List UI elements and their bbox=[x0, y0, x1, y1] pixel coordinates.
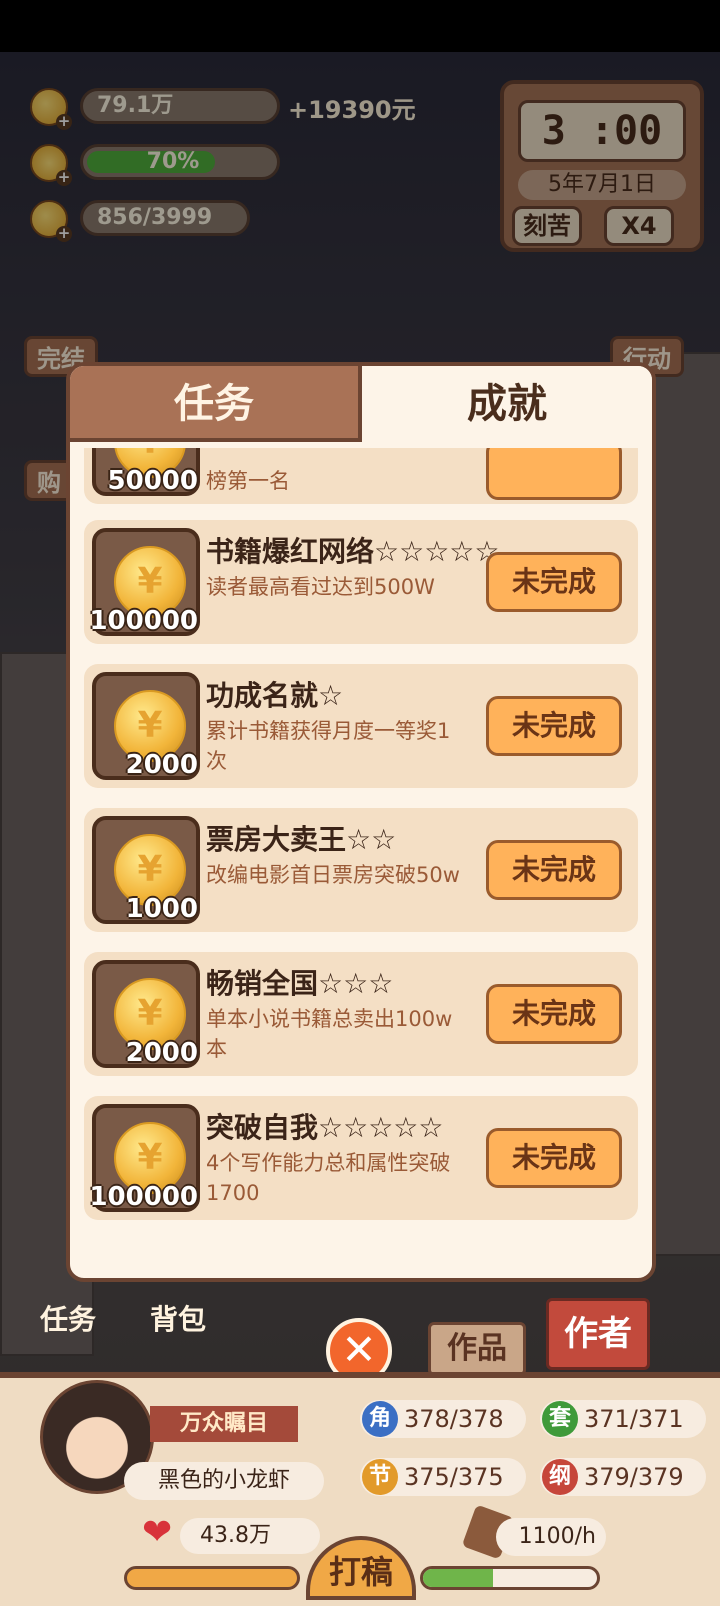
list-item: ¥ 2000 功成名就☆ 累计书籍获得月度一等奖1次 未完成 bbox=[84, 664, 638, 788]
reward-badge: ¥ 2000 bbox=[92, 672, 200, 780]
reward-amount: 100000 bbox=[89, 1182, 198, 1212]
likes-count: 43.8万 bbox=[180, 1518, 320, 1554]
reward-amount: 50000 bbox=[107, 466, 198, 496]
bag-tab-label: 背包 bbox=[150, 1303, 207, 1336]
achievement-desc: 4个写作能力总和属性突破1700 bbox=[206, 1151, 451, 1205]
status-button[interactable] bbox=[486, 448, 622, 500]
reward-amount: 1000 bbox=[125, 894, 198, 924]
reward-badge: ¥ 50000 bbox=[92, 448, 200, 496]
status-bar bbox=[0, 0, 720, 52]
author-title-banner: 万众瞩目 bbox=[150, 1406, 298, 1442]
attribute-plot: 节 375/375 bbox=[360, 1458, 526, 1496]
list-item: ¥ 100000 突破自我☆☆☆☆☆ 4个写作能力总和属性突破1700 未完成 bbox=[84, 1096, 638, 1220]
achievement-desc: 榜第一名 bbox=[206, 469, 290, 493]
suite-badge-icon: 套 bbox=[542, 1401, 578, 1437]
list-item: ¥ 1000 票房大卖王☆☆ 改编电影首日票房突破50w 未完成 bbox=[84, 808, 638, 932]
list-item: ¥ 2000 畅销全国☆☆☆ 单本小说书籍总卖出100w本 未完成 bbox=[84, 952, 638, 1076]
progress-bar-left bbox=[124, 1566, 300, 1590]
reward-badge: ¥ 100000 bbox=[89, 528, 200, 636]
achievement-list[interactable]: ¥ 50000 榜第一名 ¥ 100000 书籍爆红网络☆☆☆☆☆ 读者最高看过… bbox=[84, 448, 638, 1268]
progress-bar-right bbox=[420, 1566, 600, 1590]
author-name: 黑色的小龙虾 bbox=[124, 1462, 324, 1500]
achievement-desc: 单本小说书籍总卖出100w本 bbox=[206, 1007, 453, 1061]
tab-tasks[interactable]: 任务 bbox=[70, 366, 362, 442]
status-button[interactable]: 未完成 bbox=[486, 696, 622, 756]
author-tab[interactable]: 作者 bbox=[546, 1298, 650, 1370]
tasks-tab[interactable]: 任务 bbox=[38, 1278, 98, 1338]
achievement-title: 畅销全国☆☆☆ bbox=[206, 967, 394, 1000]
status-button[interactable]: 未完成 bbox=[486, 1128, 622, 1188]
tab-achievements[interactable]: 成就 bbox=[362, 366, 652, 442]
achievement-title: 功成名就☆ bbox=[206, 679, 344, 712]
status-button[interactable]: 未完成 bbox=[486, 552, 622, 612]
reward-amount: 100000 bbox=[89, 606, 198, 636]
character-badge-icon: 角 bbox=[362, 1401, 398, 1437]
achievement-desc: 改编电影首日票房突破50w bbox=[206, 863, 460, 887]
works-tab[interactable]: 作品 bbox=[428, 1322, 526, 1376]
outline-badge-icon: 纲 bbox=[542, 1459, 578, 1495]
list-item: ¥ 50000 榜第一名 bbox=[84, 448, 638, 504]
reward-badge: ¥ 100000 bbox=[89, 1104, 200, 1212]
plot-badge-icon: 节 bbox=[362, 1459, 398, 1495]
achievement-dialog: 任务 成就 ¥ 50000 榜第一名 ¥ 100000 书籍爆红网络☆☆☆☆☆ … bbox=[66, 362, 656, 1282]
list-item: ¥ 100000 书籍爆红网络☆☆☆☆☆ 读者最高看过达到500W 未完成 bbox=[84, 520, 638, 644]
achievement-title: 书籍爆红网络☆☆☆☆☆ bbox=[206, 535, 500, 568]
attribute-outline: 纲 379/379 bbox=[540, 1458, 706, 1496]
attribute-character: 角 378/378 bbox=[360, 1400, 526, 1438]
reward-badge: ¥ 2000 bbox=[92, 960, 200, 1068]
achievement-desc: 累计书籍获得月度一等奖1次 bbox=[206, 719, 451, 773]
tasks-tab-label: 任务 bbox=[39, 1303, 96, 1336]
write-speed: 1100/h bbox=[496, 1518, 606, 1556]
reward-amount: 2000 bbox=[125, 750, 198, 780]
reward-amount: 2000 bbox=[125, 1038, 198, 1068]
attribute-suite: 套 371/371 bbox=[540, 1400, 706, 1438]
achievement-title: 票房大卖王☆☆ bbox=[206, 823, 397, 856]
reward-badge: ¥ 1000 bbox=[92, 816, 200, 924]
status-button[interactable]: 未完成 bbox=[486, 984, 622, 1044]
achievement-desc: 读者最高看过达到500W bbox=[206, 575, 435, 599]
achievement-title: 突破自我☆☆☆☆☆ bbox=[206, 1111, 444, 1144]
heart-icon: ❤ bbox=[142, 1512, 173, 1553]
status-button[interactable]: 未完成 bbox=[486, 840, 622, 900]
bag-tab[interactable]: 背包 bbox=[150, 1278, 206, 1338]
